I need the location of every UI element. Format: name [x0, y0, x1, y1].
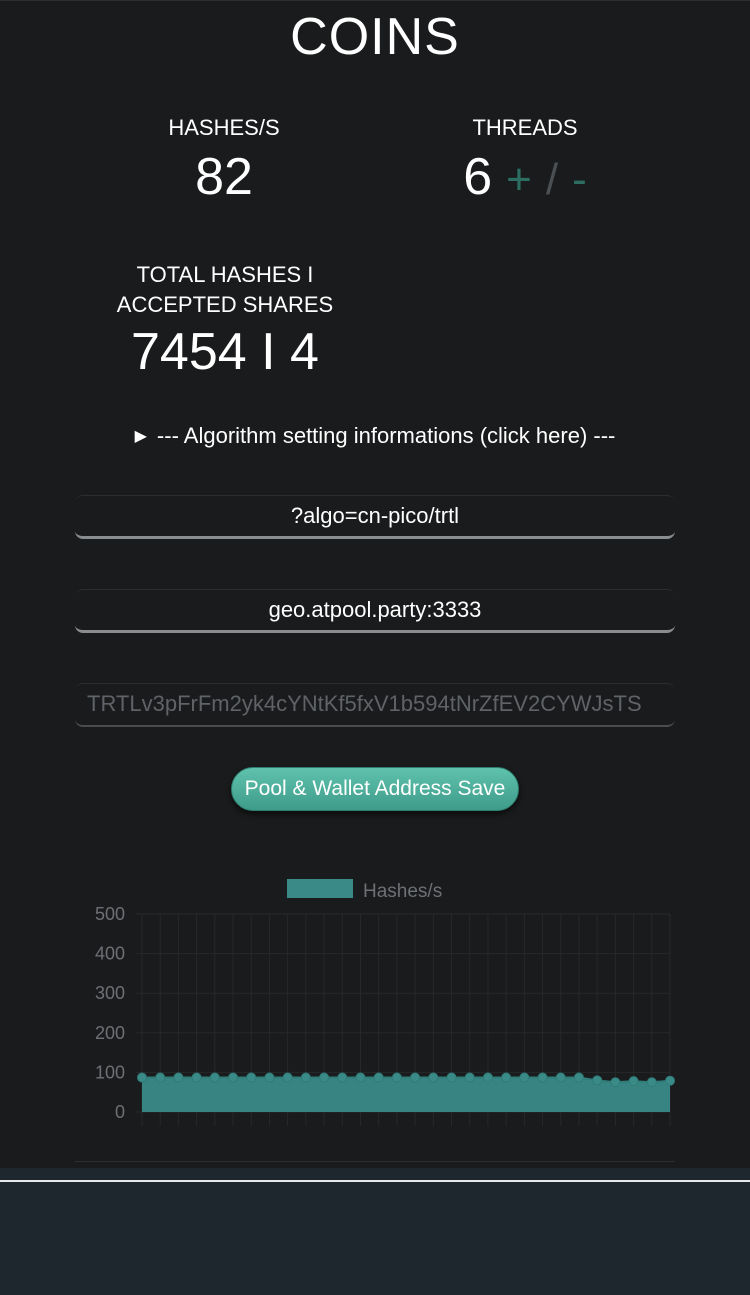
chart-data-point: [246, 1072, 257, 1083]
algorithm-field[interactable]: ?algo=cn-pico/trtl: [75, 495, 675, 539]
hashes-value: 82: [195, 148, 253, 206]
disclosure-triangle-icon: ▶: [134, 428, 147, 445]
chart-data-point: [391, 1072, 402, 1083]
chart-data-point: [464, 1072, 475, 1083]
chart-data-point: [446, 1072, 457, 1083]
threads-stat: THREADS 6 + / -: [405, 113, 645, 210]
chart-data-point: [355, 1072, 366, 1083]
chart-y-tick-label: 100: [95, 1062, 125, 1082]
chart-data-point: [209, 1072, 220, 1083]
pool-address-field[interactable]: geo.atpool.party:3333: [75, 589, 675, 633]
chart-y-tick-label: 400: [95, 944, 125, 964]
algorithm-settings-toggle[interactable]: ▶ --- Algorithm setting informations (cli…: [0, 423, 750, 449]
hashrate-chart-svg: 500 400 300 200 100 0 Hashes/s: [95, 879, 675, 1126]
chart-data-point: [592, 1075, 603, 1086]
chart-series-area: [142, 1077, 670, 1112]
chart-data-point: [137, 1072, 147, 1083]
chart-data-point: [482, 1072, 493, 1083]
wallet-address-field[interactable]: TRTLv3pFrFm2yk4cYNtKf5fxV1b594tNrZfEV2CY…: [75, 683, 675, 727]
threads-value: 6: [463, 148, 493, 206]
chart-data-point: [610, 1077, 621, 1088]
bottom-panel: [0, 1168, 750, 1295]
total-hashes-label-line1: TOTAL HASHES I: [136, 262, 314, 287]
threads-increase-button[interactable]: +: [506, 150, 532, 210]
chart-y-tick-label: 500: [95, 904, 125, 924]
total-hashes-label-line2: ACCEPTED SHARES: [116, 292, 334, 317]
threads-control-row: 6 + / -: [405, 147, 645, 210]
chart-data-point: [555, 1072, 566, 1083]
chart-data-point: [264, 1072, 275, 1083]
chart-data-point: [191, 1072, 202, 1083]
chart-data-point: [628, 1076, 639, 1087]
chart-data-point: [319, 1072, 330, 1083]
hashes-per-second-stat: HASHES/S 82: [124, 113, 324, 207]
chart-data-point: [410, 1072, 421, 1083]
chart-y-tick-label: 300: [95, 983, 125, 1003]
chart-data-point: [665, 1075, 675, 1086]
page-title: COINS: [290, 8, 460, 66]
chart-data-point: [573, 1072, 584, 1083]
bottom-divider: [0, 1180, 750, 1182]
chart-data-point: [282, 1072, 293, 1083]
algorithm-settings-label: --- Algorithm setting informations (clic…: [156, 423, 616, 448]
app-container: COINS HASHES/S 82 THREADS 6 + / - TOTAL …: [0, 0, 750, 1168]
chart-divider: [75, 1161, 675, 1162]
hashrate-chart: 500 400 300 200 100 0 Hashes/s: [75, 861, 675, 1161]
hashes-label: HASHES/S: [168, 115, 280, 140]
chart-data-point: [519, 1072, 530, 1083]
chart-data-point: [337, 1072, 348, 1083]
chart-y-tick-label: 200: [95, 1023, 125, 1043]
chart-data-point: [300, 1072, 311, 1083]
threads-separator: /: [545, 155, 559, 204]
chart-data-point: [501, 1072, 512, 1083]
threads-decrease-button[interactable]: -: [572, 150, 587, 210]
chart-data-point: [155, 1072, 166, 1083]
chart-data-point: [173, 1072, 184, 1083]
total-hashes-stat: TOTAL HASHES I ACCEPTED SHARES 7454 I 4: [90, 260, 360, 382]
threads-label: THREADS: [472, 115, 578, 140]
chart-y-tick-label: 0: [115, 1102, 125, 1122]
chart-legend-label: Hashes/s: [363, 881, 442, 902]
chart-data-point: [428, 1072, 439, 1083]
chart-legend-swatch: [287, 879, 353, 898]
chart-data-point: [373, 1072, 384, 1083]
chart-data-point: [646, 1077, 657, 1088]
save-pool-wallet-button[interactable]: Pool & Wallet Address Save: [231, 767, 519, 811]
chart-data-point: [537, 1072, 548, 1083]
total-hashes-value: 7454 I 4: [131, 323, 319, 381]
chart-data-point: [228, 1072, 239, 1083]
